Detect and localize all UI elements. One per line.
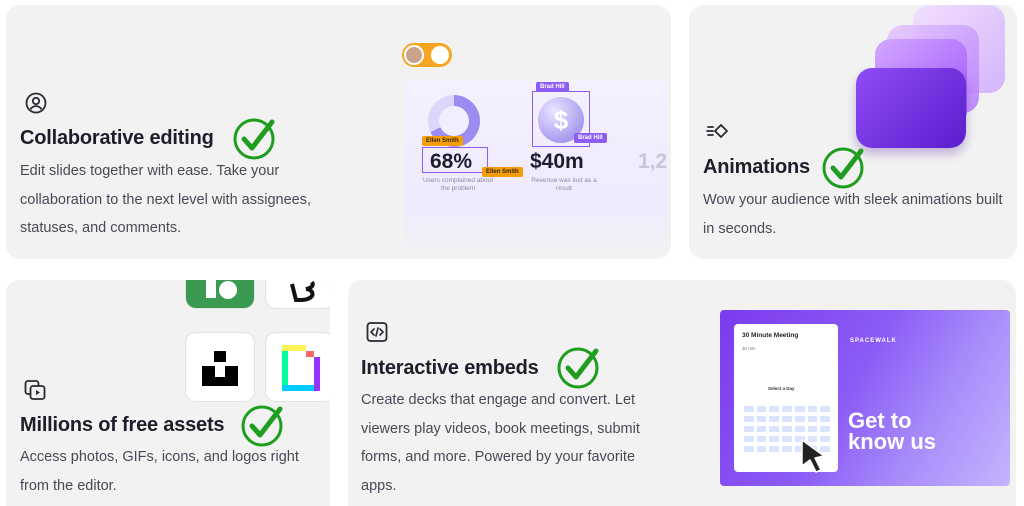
embed-preview: 30 Minute Meeting 30 min Select a Day SP…: [720, 310, 1010, 486]
collaborative-editing-card: Collaborative editing Edit slides togeth…: [6, 5, 671, 259]
app-logo-icon: [206, 280, 237, 299]
cta-line: Get to: [848, 408, 912, 433]
brand-logo-icon: [290, 280, 315, 302]
feature-title: Interactive embeds: [361, 357, 539, 379]
stat-value: 1,2: [638, 150, 668, 173]
feature-description: Access photos, GIFs, icons, and logos ri…: [20, 449, 299, 494]
asset-logo-tile: [186, 333, 254, 401]
meeting-title: 30 Minute Meeting: [742, 332, 799, 339]
avatar: [404, 45, 424, 65]
cta-line: know us: [848, 429, 937, 454]
feature-title: Animations: [703, 156, 810, 178]
collaborator-tag: Ellen Smith: [482, 167, 523, 177]
cta-heading: Get to know us: [848, 408, 937, 454]
meeting-duration: 30 min: [742, 346, 756, 351]
asset-logo-tile: [266, 333, 330, 401]
animations-card: Animations Wow your audience with sleek …: [689, 5, 1017, 259]
asset-logo-tile: [266, 280, 330, 308]
stat-value: 68%: [430, 150, 473, 173]
check-icon: [233, 118, 275, 160]
select-day-label: Select a Day: [768, 386, 795, 391]
toggle-knob-icon: [431, 46, 449, 64]
user-circle-icon: [25, 92, 47, 114]
feature-description: Wow your audience with sleek animations …: [703, 192, 1003, 237]
stat-caption: Users complained about the problem: [422, 177, 494, 192]
free-assets-card: Millions of free assets Access photos, G…: [6, 280, 330, 506]
collaborator-tag: Brad Hill: [574, 133, 607, 143]
check-icon: [822, 147, 864, 189]
collaborator-tag: Ellen Smith: [422, 136, 463, 146]
feature-description: Create decks that engage and convert. Le…: [361, 392, 640, 494]
feature-title: Millions of free assets: [20, 414, 225, 436]
interactive-embeds-card: Interactive embeds Create decks that eng…: [348, 280, 1016, 506]
check-icon: [557, 347, 599, 389]
presence-toggle: [402, 43, 452, 67]
feature-description: Edit slides together with ease. Take you…: [20, 163, 311, 236]
stat-caption: Revenue was lost as a result: [531, 177, 597, 192]
asset-logo-tile: [186, 280, 254, 308]
animated-cube-graphic: [856, 68, 966, 148]
code-embed-icon: [366, 322, 388, 342]
mouse-cursor-icon: [801, 439, 825, 473]
brand-name: SPACEWALK: [850, 338, 897, 344]
feature-title: Collaborative editing: [20, 127, 214, 149]
collaboration-preview: Ellen Smith 68% Ellen Smith Users compla…: [398, 35, 671, 259]
media-library-icon: [24, 380, 46, 400]
giphy-logo-icon: [282, 345, 320, 391]
stat-value: $40m: [530, 150, 584, 173]
unsplash-logo-icon: [202, 351, 238, 386]
check-icon: [241, 405, 283, 447]
animation-icon: [706, 124, 728, 138]
